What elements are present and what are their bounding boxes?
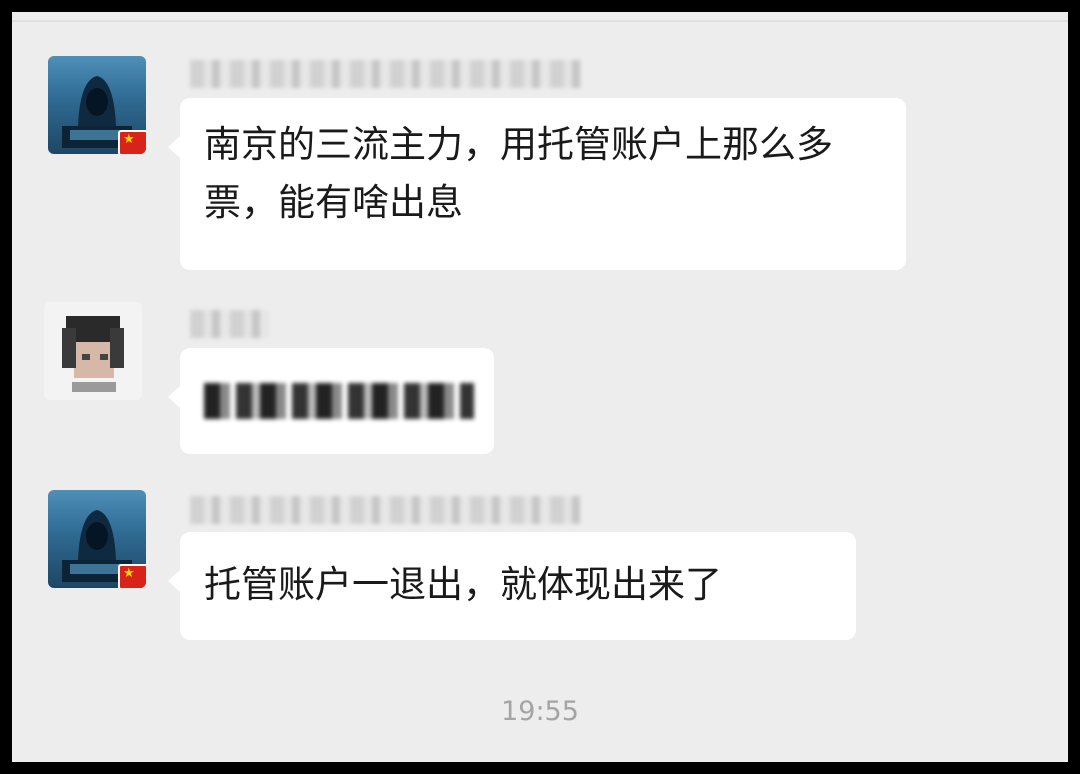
pixelated-avatar-icon — [62, 316, 124, 392]
message-text-blurred — [204, 383, 474, 419]
sender-name-blurred — [190, 496, 580, 524]
message-text: 南京的三流主力，用托管账户上那么多票，能有啥出息 — [204, 123, 833, 224]
message-text: 托管账户一退出，就体现出来了 — [204, 563, 722, 606]
avatar[interactable] — [44, 302, 142, 400]
china-flag-icon: ★ — [118, 130, 146, 154]
divider — [12, 20, 1068, 22]
message-bubble[interactable]: 南京的三流主力，用托管账户上那么多票，能有啥出息 — [168, 98, 906, 270]
avatar[interactable]: ★ — [48, 490, 146, 588]
message-bubble[interactable] — [168, 348, 494, 454]
message-bubble[interactable]: 托管账户一退出，就体现出来了 — [168, 532, 856, 640]
china-flag-icon: ★ — [118, 564, 146, 588]
message-time: 19:55 — [501, 696, 579, 727]
sender-name-blurred — [190, 310, 270, 338]
sender-name-blurred — [190, 60, 582, 88]
chat-window: ★ 南京的三流主力，用托管账户上那么多票，能有啥出息 ★ 托管账户一退出，就体现… — [12, 12, 1068, 762]
avatar[interactable]: ★ — [48, 56, 146, 154]
